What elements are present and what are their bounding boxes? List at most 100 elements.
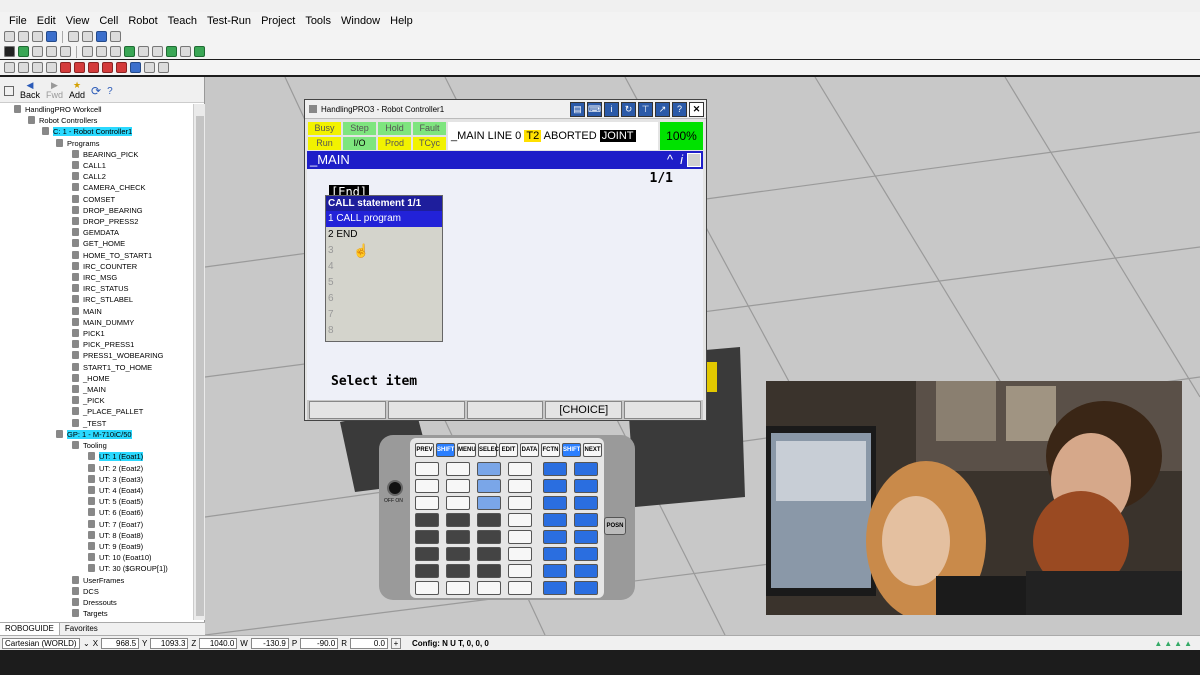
menu-item-end[interactable]: 2 END xyxy=(326,227,442,243)
pendant-icon[interactable]: ▤ xyxy=(570,102,585,117)
pendant-key[interactable] xyxy=(543,581,567,595)
tree-folder-item[interactable]: Dressouts xyxy=(0,597,193,608)
pendant-key[interactable]: MENU xyxy=(457,443,476,457)
part-icon[interactable] xyxy=(124,46,135,57)
pendant-key[interactable] xyxy=(415,530,439,544)
move-icon[interactable] xyxy=(60,62,71,73)
tree-tool-item[interactable]: UT: 10 (Eoat10) xyxy=(0,552,193,563)
tree-program-item[interactable]: IRC_MSG xyxy=(0,272,193,283)
new-file-icon[interactable] xyxy=(18,31,29,42)
pendant-key[interactable] xyxy=(415,547,439,561)
tree-tool-item[interactable]: UT: 2 (Eoat2) xyxy=(0,463,193,474)
view-icon[interactable] xyxy=(130,62,141,73)
frame-icon[interactable] xyxy=(102,62,113,73)
pendant-key[interactable] xyxy=(446,581,470,595)
menu-file[interactable]: File xyxy=(4,15,32,27)
pendant-key[interactable] xyxy=(574,581,598,595)
tree-program-item[interactable]: BEARING_PICK xyxy=(0,149,193,160)
tree-program-item[interactable]: PICK1 xyxy=(0,328,193,339)
tree-scrollbar[interactable] xyxy=(193,104,205,620)
tree-program-item[interactable]: IRC_COUNTER xyxy=(0,261,193,272)
pendant-key[interactable] xyxy=(574,496,598,510)
menu-tools[interactable]: Tools xyxy=(300,15,336,27)
plus-icon[interactable]: + xyxy=(390,637,401,649)
zoom-out-icon[interactable] xyxy=(18,62,29,73)
tree-program-item[interactable]: HOME_TO_START1 xyxy=(0,250,193,261)
tree-tool-item[interactable]: UT: 8 (Eoat8) xyxy=(0,530,193,541)
pendant-key[interactable] xyxy=(543,547,567,561)
fence-icon[interactable] xyxy=(152,46,163,57)
tree-programs-folder[interactable]: Programs xyxy=(0,138,193,149)
tree-controller[interactable]: C: 1 - Robot Controller1 xyxy=(0,126,193,137)
pendant-key[interactable] xyxy=(477,513,501,527)
tree-tool-item[interactable]: UT: 1 (Eoat1) xyxy=(0,451,193,462)
f5-key[interactable] xyxy=(624,401,701,419)
pendant-key[interactable] xyxy=(446,564,470,578)
help-circle-icon[interactable]: ? xyxy=(107,86,113,97)
pendant-key[interactable]: SHIFT xyxy=(436,443,455,457)
mode-switch-icon[interactable] xyxy=(387,480,403,496)
tree-folder-item[interactable]: UserFrames xyxy=(0,575,193,586)
jog-icon[interactable]: ↗ xyxy=(655,102,670,117)
tree-program-item[interactable]: PICK_PRESS1 xyxy=(0,339,193,350)
tree-program-item[interactable]: GEMDATA xyxy=(0,227,193,238)
tree-icon[interactable] xyxy=(166,46,177,57)
f3-key[interactable] xyxy=(466,401,544,419)
keyboard-icon[interactable]: ⌨ xyxy=(587,102,602,117)
pendant-key[interactable] xyxy=(508,462,532,476)
stop-icon[interactable] xyxy=(4,46,15,57)
menu-cell[interactable]: Cell xyxy=(94,15,123,27)
tree-tool-item[interactable]: UT: 5 (Eoat5) xyxy=(0,496,193,507)
pendant-key[interactable] xyxy=(543,530,567,544)
pendant-key[interactable] xyxy=(446,462,470,476)
pendant-key[interactable] xyxy=(415,479,439,493)
posn-side-key[interactable]: POSN xyxy=(604,517,626,535)
tree-program-item[interactable]: MAIN_DUMMY xyxy=(0,317,193,328)
robot-icon[interactable] xyxy=(18,46,29,57)
tree-program-item[interactable]: _MAIN xyxy=(0,384,193,395)
tree-folder-item[interactable]: DCS xyxy=(0,586,193,597)
pendant-key[interactable] xyxy=(574,547,598,561)
menu-robot[interactable]: Robot xyxy=(123,15,162,27)
tree-tool-item[interactable]: UT: 9 (Eoat9) xyxy=(0,541,193,552)
tree-program-item[interactable]: DROP_PRESS2 xyxy=(0,216,193,227)
tree-program-item[interactable]: COMSET xyxy=(0,194,193,205)
pendant-key[interactable] xyxy=(446,496,470,510)
pendant-key[interactable] xyxy=(508,581,532,595)
open-folder-icon[interactable] xyxy=(32,31,43,42)
back-button[interactable]: ◀ Back xyxy=(20,80,40,100)
pendant-key[interactable] xyxy=(477,530,501,544)
pendant-key[interactable] xyxy=(477,564,501,578)
tree-workcell[interactable]: HandlingPRO Workcell xyxy=(0,104,193,115)
pendant-key[interactable] xyxy=(446,547,470,561)
help-icon[interactable] xyxy=(110,31,121,42)
ruler-icon[interactable] xyxy=(144,62,155,73)
zoom-fit-icon[interactable] xyxy=(32,62,43,73)
coord-system-select[interactable]: Cartesian (WORLD) xyxy=(2,637,80,649)
pendant-key[interactable] xyxy=(574,479,598,493)
tree-program-item[interactable]: IRC_STATUS xyxy=(0,283,193,294)
tree-program-item[interactable]: CALL2 xyxy=(0,171,193,182)
tree-tooling-folder[interactable]: Tooling xyxy=(0,440,193,451)
pendant-key[interactable] xyxy=(446,479,470,493)
save-icon[interactable] xyxy=(46,31,57,42)
tree-program-item[interactable]: GET_HOME xyxy=(0,238,193,249)
grid-icon[interactable] xyxy=(4,31,15,42)
program-icon[interactable] xyxy=(60,46,71,57)
pendant-key[interactable] xyxy=(446,513,470,527)
tree-tool-item[interactable]: UT: 4 (Eoat4) xyxy=(0,485,193,496)
pendant-key[interactable] xyxy=(415,564,439,578)
chevron-down-icon[interactable]: ⌄ xyxy=(83,639,90,648)
menu-test-run[interactable]: Test-Run xyxy=(202,15,256,27)
menu-teach[interactable]: Teach xyxy=(163,15,202,27)
eject-icon[interactable] xyxy=(82,46,93,57)
pendant-key[interactable]: PREV xyxy=(415,443,434,457)
tree-tool-item[interactable]: UT: 6 (Eoat6) xyxy=(0,507,193,518)
menu-project[interactable]: Project xyxy=(256,15,300,27)
pendant-key[interactable] xyxy=(508,547,532,561)
tree-program-item[interactable]: CAMERA_CHECK xyxy=(0,182,193,193)
tree-program-item[interactable]: START1_TO_HOME xyxy=(0,362,193,373)
pendant-key[interactable] xyxy=(415,496,439,510)
pendant-key[interactable] xyxy=(446,530,470,544)
pendant-key[interactable]: SHIFT xyxy=(562,443,581,457)
